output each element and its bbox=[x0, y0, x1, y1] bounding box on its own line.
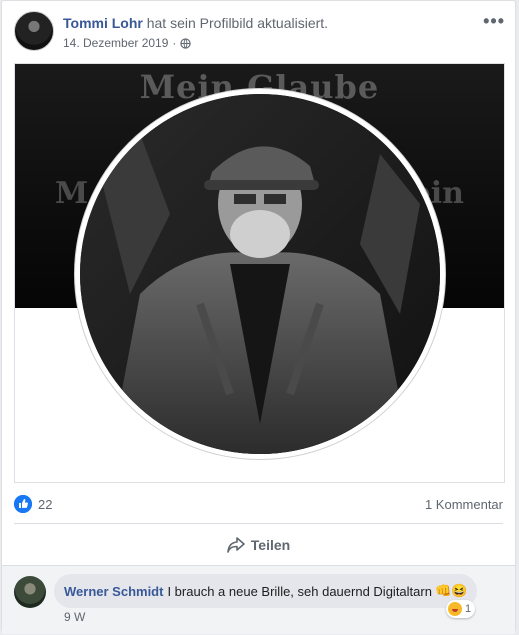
comment-text: I brauch a neue Brille, seh dauernd Digi… bbox=[167, 583, 432, 599]
like-count[interactable]: 22 bbox=[38, 497, 52, 512]
author-avatar[interactable] bbox=[14, 11, 54, 51]
reaction-stats: 22 1 Kommentar bbox=[14, 493, 503, 515]
more-options-icon[interactable]: ••• bbox=[483, 12, 505, 30]
commenter-name-link[interactable]: Werner Schmidt bbox=[64, 584, 163, 599]
like-reaction-icon[interactable] bbox=[14, 495, 32, 513]
post-action-text: hat sein Profilbild aktualisiert. bbox=[146, 15, 329, 31]
divider bbox=[14, 523, 503, 524]
comment-bubble: Werner Schmidt I brauch a neue Brille, s… bbox=[54, 574, 478, 608]
comment-emoji: 👊😆 bbox=[434, 583, 468, 598]
comment-reaction-badge[interactable]: 1 bbox=[446, 600, 476, 618]
public-globe-icon bbox=[180, 37, 192, 49]
post-meta: 14. Dezember 2019 · bbox=[63, 35, 192, 51]
haha-reaction-icon bbox=[448, 602, 462, 616]
share-label: Teilen bbox=[250, 537, 291, 553]
thumbs-up-icon bbox=[14, 495, 32, 513]
post-card: Tommi Lohr hat sein Profilbild aktualisi… bbox=[1, 0, 516, 634]
meta-separator: · bbox=[172, 36, 177, 50]
comment-count-link[interactable]: 1 Kommentar bbox=[425, 497, 503, 512]
share-button[interactable]: Teilen bbox=[14, 529, 503, 561]
comment-reaction-count: 1 bbox=[465, 603, 472, 615]
comments-section: Werner Schmidt I brauch a neue Brille, s… bbox=[2, 565, 515, 634]
post-header: Tommi Lohr hat sein Profilbild aktualisi… bbox=[14, 11, 505, 55]
profile-photo-preview[interactable]: Mein Glaube M ein bbox=[14, 63, 505, 483]
share-arrow-icon bbox=[226, 537, 245, 553]
commenter-avatar[interactable] bbox=[14, 576, 46, 608]
post-date-link[interactable]: 14. Dezember 2019 bbox=[63, 35, 168, 51]
author-name-link[interactable]: Tommi Lohr bbox=[63, 15, 143, 31]
post-headline: Tommi Lohr hat sein Profilbild aktualisi… bbox=[63, 14, 328, 32]
comment-timestamp[interactable]: 9 W bbox=[64, 610, 85, 624]
cover-left-text: M bbox=[55, 176, 89, 211]
profile-picture-image bbox=[80, 94, 440, 454]
profile-picture[interactable] bbox=[75, 89, 445, 459]
